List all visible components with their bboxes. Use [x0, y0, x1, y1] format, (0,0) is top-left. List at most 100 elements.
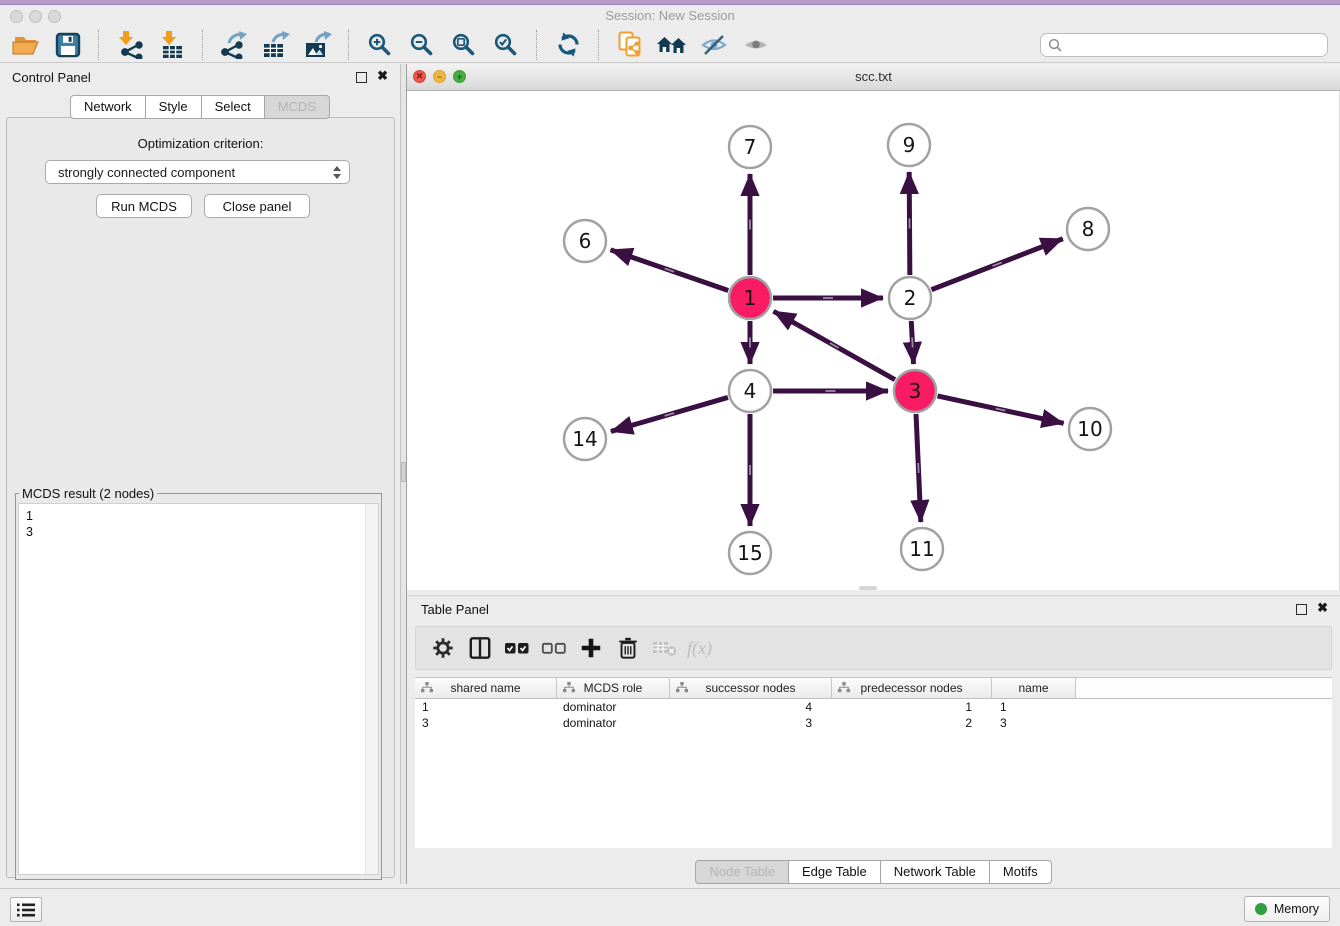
node-table-body: 1dominator4113dominator323	[415, 699, 1332, 848]
show-graphics-details-button[interactable]	[738, 30, 774, 60]
table-cell[interactable]: 1	[992, 699, 1076, 715]
column-header-name[interactable]: name	[992, 677, 1076, 699]
tab-style[interactable]: Style	[146, 95, 202, 119]
criterion-dropdown[interactable]: strongly connected component	[45, 160, 350, 184]
zoom-in-button[interactable]	[362, 30, 398, 60]
graph-node-7[interactable]: 7	[729, 126, 771, 168]
float-panel-icon[interactable]	[356, 72, 367, 83]
table-cell[interactable]: 3	[415, 715, 557, 731]
table-cell[interactable]: dominator	[557, 715, 670, 731]
table-row[interactable]: 3dominator323	[415, 715, 1332, 731]
column-header-filler	[1076, 677, 1332, 699]
select-all-columns-button[interactable]	[498, 633, 535, 663]
table-cell[interactable]: dominator	[557, 699, 670, 715]
result-line: 3	[19, 524, 378, 540]
result-scrollbar[interactable]	[365, 504, 378, 874]
columns-icon	[468, 636, 492, 660]
table-close-panel-icon[interactable]: ✖	[1317, 600, 1328, 616]
eye-icon	[742, 32, 770, 58]
tab-mcds[interactable]: MCDS	[265, 95, 330, 119]
network-file-icon	[617, 31, 644, 58]
search-box[interactable]	[1040, 33, 1328, 57]
table-cell-filler	[1076, 699, 1332, 715]
graph-node-14[interactable]: 14	[564, 418, 606, 460]
show-column-button[interactable]	[461, 633, 498, 663]
tab-network[interactable]: Network	[70, 95, 146, 119]
create-column-button[interactable]	[572, 633, 609, 663]
column-header-predecessor-nodes[interactable]: predecessor nodes	[832, 677, 992, 699]
tab-motifs[interactable]: Motifs	[990, 860, 1052, 884]
table-cell[interactable]: 3	[992, 715, 1076, 731]
graph-node-3[interactable]: 3	[894, 370, 936, 412]
column-header-mcds-role[interactable]: MCDS role	[557, 677, 670, 699]
refresh-view-button[interactable]	[550, 30, 586, 60]
main-toolbar	[0, 27, 1340, 63]
table-settings-button[interactable]	[424, 633, 461, 663]
table-cell[interactable]: 4	[670, 699, 832, 715]
network-window-titlebar[interactable]: ✕ − + scc.txt	[407, 64, 1340, 91]
graph-node-4[interactable]: 4	[729, 370, 771, 412]
hide-graphics-details-button[interactable]	[696, 30, 732, 60]
apply-layout-button[interactable]	[654, 30, 690, 60]
memory-status-dot	[1255, 903, 1267, 915]
graph-node-6[interactable]: 6	[564, 220, 606, 262]
export-table-button[interactable]	[258, 30, 294, 60]
svg-text:14: 14	[572, 427, 597, 451]
toolbar-separator	[536, 30, 538, 60]
control-panel: Control Panel ✖ NetworkStyleSelectMCDS O…	[0, 64, 400, 884]
delete-columns-button[interactable]	[609, 633, 646, 663]
optimization-criterion-label: Optimization criterion:	[7, 136, 394, 151]
open-session-button[interactable]	[8, 30, 44, 60]
mcds-result-fieldset: MCDS result (2 nodes) 13	[15, 486, 382, 880]
import-network-button[interactable]	[112, 30, 148, 60]
import-network-icon	[116, 31, 144, 59]
memory-button[interactable]: Memory	[1244, 896, 1330, 922]
task-history-button[interactable]	[10, 897, 42, 922]
column-header-shared-name[interactable]: shared name	[415, 677, 557, 699]
graph-node-9[interactable]: 9	[888, 124, 930, 166]
table-cell[interactable]: 2	[832, 715, 992, 731]
import-table-button[interactable]	[154, 30, 190, 60]
zoom-fit-button[interactable]	[446, 30, 482, 60]
tab-select[interactable]: Select	[202, 95, 265, 119]
table-cell[interactable]: 1	[415, 699, 557, 715]
run-mcds-button[interactable]: Run MCDS	[96, 194, 192, 218]
mcds-result-text[interactable]: 13	[18, 503, 379, 875]
table-cell[interactable]: 1	[832, 699, 992, 715]
column-header-successor-nodes[interactable]: successor nodes	[670, 677, 832, 699]
search-input[interactable]	[1067, 36, 1327, 53]
zoom-out-button[interactable]	[404, 30, 440, 60]
zoom-in-icon	[367, 32, 393, 58]
splitter-grip[interactable]	[401, 462, 406, 482]
deselect-all-columns-button[interactable]	[535, 633, 572, 663]
tab-node-table[interactable]: Node Table	[695, 860, 789, 884]
graph-node-1[interactable]: 1	[729, 277, 771, 319]
memory-label: Memory	[1274, 902, 1319, 916]
graph-node-8[interactable]: 8	[1067, 208, 1109, 250]
canvas-resize-grip[interactable]	[859, 586, 877, 590]
table-row[interactable]: 1dominator411	[415, 699, 1332, 715]
export-image-button[interactable]	[300, 30, 336, 60]
close-panel-button[interactable]: Close panel	[204, 194, 310, 218]
graph-node-15[interactable]: 15	[729, 532, 771, 574]
table-cell[interactable]: 3	[670, 715, 832, 731]
graph-node-2[interactable]: 2	[889, 277, 931, 319]
export-network-button[interactable]	[216, 30, 252, 60]
tab-network-table[interactable]: Network Table	[881, 860, 990, 884]
panel-splitter[interactable]	[400, 64, 407, 884]
criterion-dropdown-value: strongly connected component	[58, 165, 235, 180]
eye-slash-icon	[700, 32, 728, 58]
svg-text:1: 1	[744, 286, 757, 310]
network-graph: 1 2 3 4 6 7 8 9 10 11 14 15	[407, 91, 1340, 590]
open-network-file-button[interactable]	[612, 30, 648, 60]
table-float-panel-icon[interactable]	[1296, 604, 1307, 615]
graph-node-11[interactable]: 11	[901, 528, 943, 570]
zoom-selected-button[interactable]	[488, 30, 524, 60]
save-floppy-icon	[55, 32, 81, 58]
tab-edge-table[interactable]: Edge Table	[789, 860, 881, 884]
graph-node-10[interactable]: 10	[1069, 408, 1111, 450]
close-panel-icon[interactable]: ✖	[377, 68, 388, 84]
save-session-button[interactable]	[50, 30, 86, 60]
plus-icon	[579, 636, 603, 660]
network-canvas[interactable]: 1 2 3 4 6 7 8 9 10 11 14 15	[407, 91, 1340, 590]
